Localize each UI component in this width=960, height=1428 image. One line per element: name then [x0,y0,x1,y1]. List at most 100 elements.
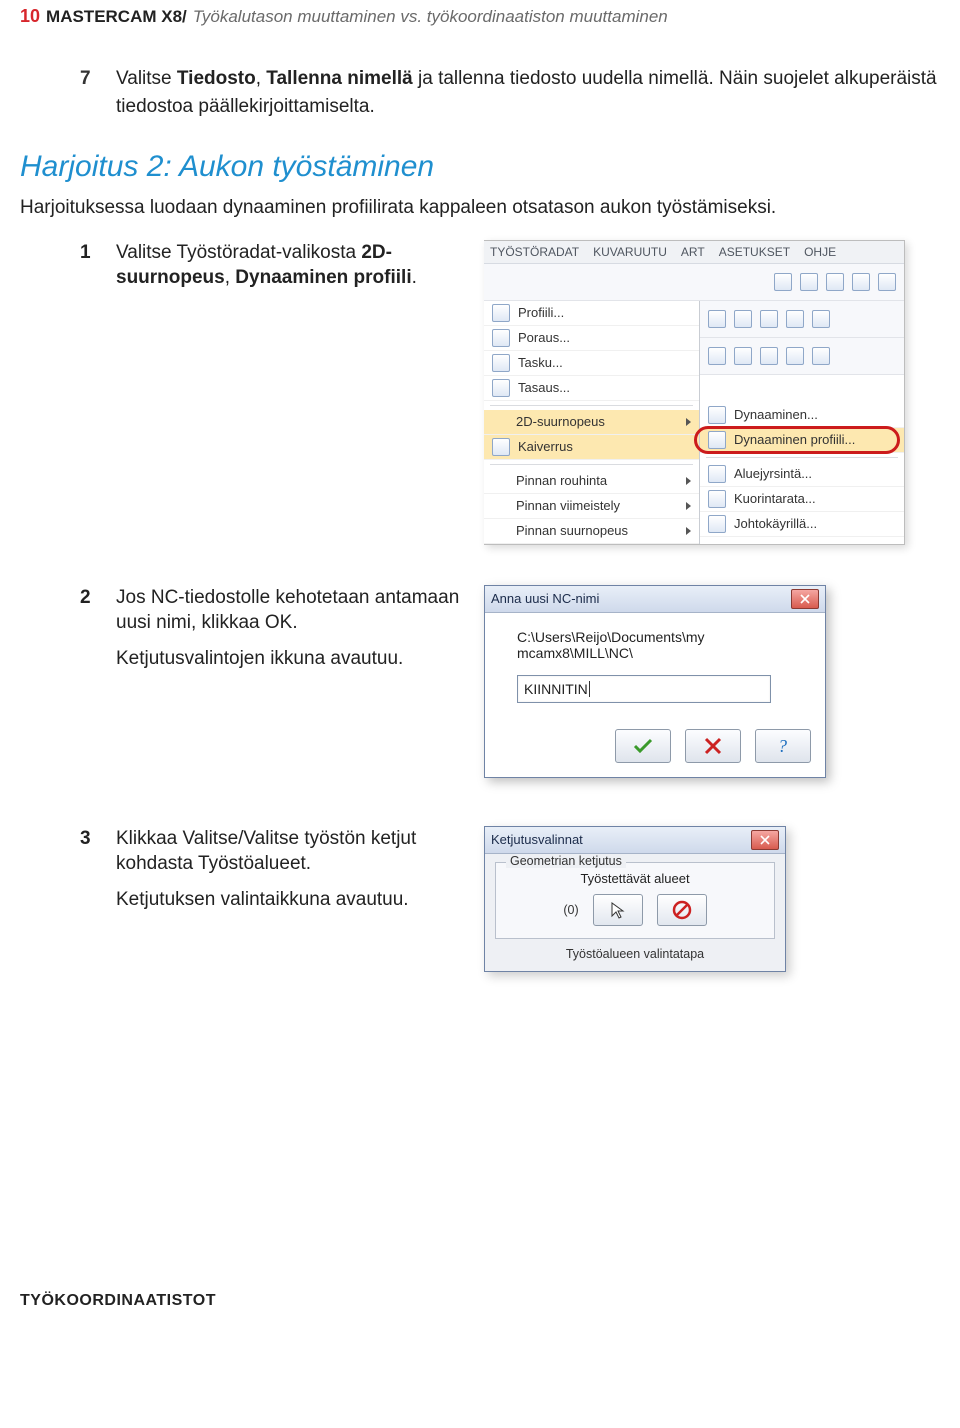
geometry-chaining-group: Geometrian ketjutus Työstettävät alueet … [495,862,775,939]
clear-chains-button[interactable] [657,894,707,926]
submenu-item-aluejyrsinta[interactable]: Aluejyrsintä... [700,462,904,487]
menu-icon [492,379,510,397]
ribbon-icon[interactable] [878,273,896,291]
select-chains-button[interactable] [593,894,643,926]
ribbon-icon[interactable] [786,310,804,328]
menu-label: Tasku... [518,355,563,370]
menu-icon [708,431,726,449]
exercise-intro: Harjoituksessa luodaan dynaaminen profii… [20,194,920,222]
menu-label: Pinnan suurnopeus [516,523,628,538]
ribbon-row-2 [700,301,904,338]
dialog-title: Ketjutusvalinnat [491,832,583,847]
menu-label: Johtokäyrillä... [734,516,817,531]
menu-item-pinnan-viimeistely[interactable]: Pinnan viimeistely [484,494,699,519]
menu-divider [706,457,898,458]
bold-1: Tiedosto [177,68,256,89]
menu-item-pinnan-suurnopeus[interactable]: Pinnan suurnopeus [484,519,699,544]
cancel-button[interactable] [685,729,741,763]
footer-text: TYÖKOORDINAATISTOT [20,1292,940,1310]
close-button[interactable] [791,589,819,609]
svg-text:?: ? [778,736,787,756]
step-text-line1: Jos NC-tiedostolle kehotetaan antamaan u… [116,585,460,636]
menu-divider [490,464,693,465]
ribbon-icon[interactable] [774,273,792,291]
dialog-title: Anna uusi NC-nimi [491,591,599,606]
ribbon-icon[interactable] [852,273,870,291]
help-button[interactable]: ? [755,729,811,763]
nc-name-input[interactable]: KIINNITIN [517,675,771,703]
menu-label: Kuorintarata... [734,491,816,506]
menu-label: Aluejyrsintä... [734,466,812,481]
tab-asetukset[interactable]: ASETUKSET [719,245,790,263]
ribbon-row-1 [484,264,904,301]
submenu-item-johtokayrilla[interactable]: Johtokäyrillä... [700,512,904,537]
x-icon [703,736,723,756]
exercise-title: Harjoitus 2: Aukon työstäminen [20,150,940,184]
menu-icon [708,406,726,424]
text-mid: , [256,68,267,89]
text-post: . [412,267,417,288]
menu-item-pinnan-rouhinta[interactable]: Pinnan rouhinta [484,469,699,494]
nc-name-dialog: Anna uusi NC-nimi C:\Users\Reijo\Documen… [484,585,826,778]
step-text: Valitse Tiedosto, Tallenna nimellä ja ta… [116,65,940,120]
menu-item-profiili[interactable]: Profiili... [484,301,699,326]
menu-tabs: TYÖSTÖRADAT KUVARUUTU ART ASETUKSET OHJE [484,241,904,264]
header-title-sub: Työkalutason muuttaminen vs. työkoordina… [193,7,668,27]
ribbon-icon[interactable] [708,347,726,365]
menu-icon [708,515,726,533]
step-2: 2 Jos NC-tiedostolle kehotetaan antamaan… [80,585,940,778]
menu-icon [492,438,510,456]
bold-2: Tallenna nimellä [266,68,412,89]
step-number: 3 [80,826,98,877]
menu-left-column: Profiili... Poraus... Tasku... Tasaus...… [484,301,700,544]
step-number: 7 [80,65,98,120]
submenu-item-kuorintarata[interactable]: Kuorintarata... [700,487,904,512]
ok-button[interactable] [615,729,671,763]
ribbon-icon[interactable] [800,273,818,291]
ribbon-icon[interactable] [760,347,778,365]
submenu-item-dynaaminen[interactable]: Dynaaminen... [700,403,904,428]
ribbon-icon[interactable] [734,347,752,365]
menu-icon [492,304,510,322]
step-text: Valitse Työstöradat-valikosta 2D-suurnop… [116,240,460,291]
submenu-item-dynaaminen-profiili[interactable]: Dynaaminen profiili... [700,428,904,453]
ribbon-icon[interactable] [734,310,752,328]
tab-art[interactable]: ART [681,245,705,263]
menu-label: 2D-suurnopeus [516,414,605,429]
menu-icon [492,329,510,347]
step-3: 3 Klikkaa Valitse/Valitse työstön ketjut… [80,826,940,972]
close-icon [760,835,770,845]
ribbon-icon[interactable] [812,347,830,365]
step-text-line1: Klikkaa Valitse/Valitse työstön ketjut k… [116,826,460,877]
bold-2: Dynaaminen profiili [235,267,411,288]
tab-kuvaruutu[interactable]: KUVARUUTU [593,245,667,263]
menu-label: Kaiverrus [518,439,573,454]
menu-item-2d-suurnopeus[interactable]: 2D-suurnopeus [484,410,699,435]
close-button[interactable] [751,830,779,850]
close-icon [800,594,810,604]
menu-icon [708,490,726,508]
ribbon-icon[interactable] [812,310,830,328]
tab-tyostoradat[interactable]: TYÖSTÖRADAT [490,245,579,263]
text-mid: , [225,267,236,288]
question-icon: ? [773,735,793,757]
menu-item-poraus[interactable]: Poraus... [484,326,699,351]
page-number: 10 [20,6,40,27]
text-pre: Valitse [116,68,177,89]
menu-item-kaiverrus[interactable]: Kaiverrus [484,435,699,460]
ribbon-icon[interactable] [826,273,844,291]
menu-item-tasku[interactable]: Tasku... [484,351,699,376]
tab-ohje[interactable]: OHJE [804,245,836,263]
menu-icon [708,465,726,483]
menu-label: Poraus... [518,330,570,345]
menu-icon [492,354,510,372]
dialog-titlebar: Ketjutusvalinnat [485,827,785,854]
selection-count: (0) [563,903,578,917]
ribbon-icon[interactable] [786,347,804,365]
ribbon-icon[interactable] [760,310,778,328]
ribbon-icon[interactable] [708,310,726,328]
menu-label: Tasaus... [518,380,570,395]
cursor-icon [608,900,628,920]
chain-selection-dialog: Ketjutusvalinnat Geometrian ketjutus Työ… [484,826,786,972]
menu-item-tasaus[interactable]: Tasaus... [484,376,699,401]
